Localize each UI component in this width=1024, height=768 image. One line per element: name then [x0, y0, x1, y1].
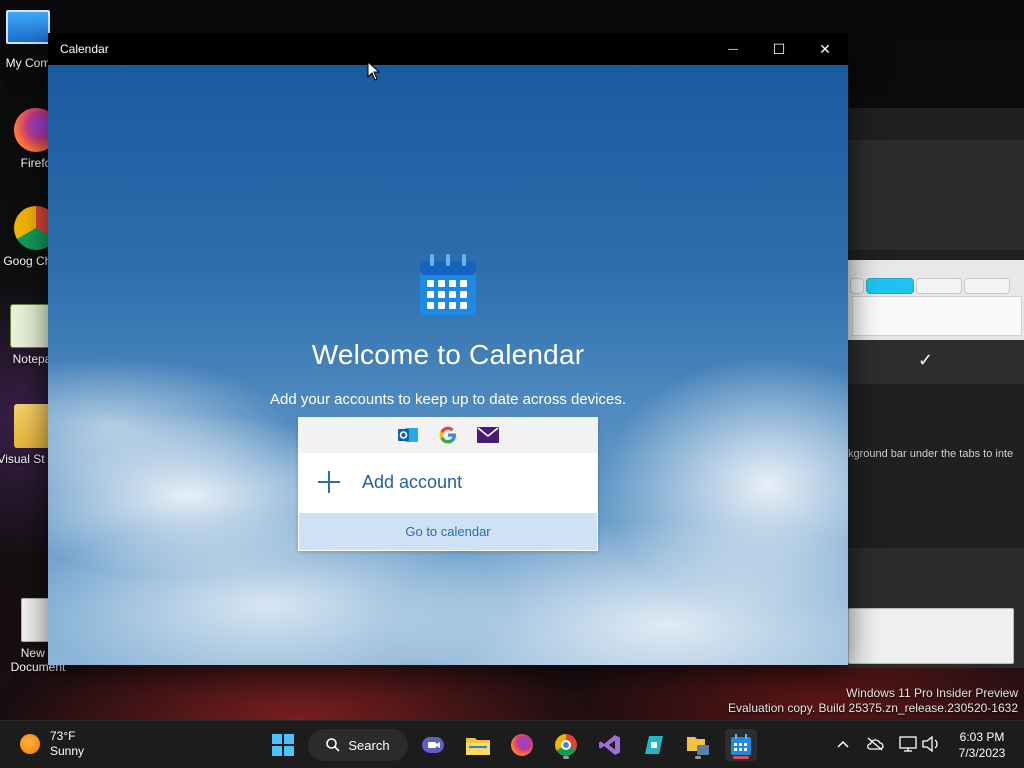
desktop-icon-label: Notepa	[12, 352, 52, 366]
active-indicator	[733, 756, 749, 759]
checkmark-icon: ✓	[918, 350, 934, 370]
clock-time: 6:03 PM	[959, 730, 1005, 744]
search-icon	[326, 738, 340, 752]
onedrive-status[interactable]	[866, 735, 884, 753]
weather-desc: Sunny	[50, 744, 85, 758]
window-title: Calendar	[60, 42, 109, 56]
preview-tab-active	[866, 278, 914, 294]
weather-text: 73°F Sunny	[50, 729, 84, 759]
chevron-up-icon	[837, 740, 849, 748]
network-status[interactable]	[899, 735, 917, 753]
monitor-icon	[6, 10, 50, 44]
go-to-calendar-button[interactable]: Go to calendar	[299, 513, 597, 550]
taskbar-explorer-window[interactable]	[682, 729, 714, 761]
desktop-icon-label: My Com	[5, 56, 51, 70]
window-preview-thumbnail[interactable]	[848, 608, 1014, 664]
taskbar-visual-studio[interactable]	[594, 729, 626, 761]
selected-option-row[interactable]: ✓	[848, 340, 1024, 384]
preview-tab	[916, 278, 962, 294]
windows-watermark: Windows 11 Pro Insider Preview Evaluatio…	[728, 686, 1018, 716]
taskbar-firefox[interactable]	[506, 729, 538, 761]
folder-settings-icon	[687, 737, 709, 755]
volume-icon	[922, 736, 938, 752]
taskbar-chrome[interactable]	[550, 729, 582, 761]
weather-widget[interactable]: 73°F Sunny	[20, 729, 84, 759]
app-icon	[645, 736, 663, 754]
welcome-screen: Welcome to Calendar Add your accounts to…	[48, 65, 848, 665]
background-panel	[848, 140, 1024, 250]
minimize-icon: —	[728, 43, 738, 55]
background-window[interactable]: ✓ kground bar under the tabs to inte	[848, 108, 1024, 668]
running-indicator	[563, 756, 569, 759]
calendar-icon	[731, 734, 751, 755]
taskbar-file-explorer[interactable]	[462, 729, 494, 761]
maximize-icon: ☐	[772, 40, 786, 57]
desktop: My Com Firefo Goog Chron Notepa Visual S…	[0, 0, 1024, 720]
clock-date: 7/3/2023	[958, 746, 1006, 760]
title-bar[interactable]: Calendar — ☐ ✕	[48, 33, 848, 65]
google-icon	[437, 424, 459, 446]
add-account-label: Add account	[362, 471, 463, 492]
account-card: Add account Go to calendar	[298, 417, 598, 551]
calendar-window: Calendar — ☐ ✕ Welcome to Calendar Add y…	[48, 33, 848, 665]
teams-chat-icon	[422, 737, 444, 753]
taskbar: 73°F Sunny Search 6:03 PM 7/3/2023	[0, 720, 1024, 768]
close-icon: ✕	[819, 40, 831, 57]
calendar-app-icon	[420, 254, 476, 315]
chrome-icon	[555, 734, 577, 756]
show-hidden-icons-button[interactable]	[834, 735, 852, 753]
provider-icons	[298, 417, 598, 453]
cloud-off-icon	[867, 737, 884, 751]
welcome-heading: Welcome to Calendar	[311, 339, 585, 370]
running-indicator	[695, 756, 701, 759]
visual-studio-icon	[599, 735, 620, 755]
file-explorer-icon	[466, 738, 490, 755]
watermark-build: Evaluation copy. Build 25375.zn_release.…	[728, 701, 1018, 715]
network-icon	[899, 736, 917, 752]
maximize-button[interactable]: ☐	[756, 33, 802, 65]
tab-style-preview[interactable]	[848, 260, 1024, 340]
weather-temp: 73°F	[50, 729, 76, 743]
mail-icon	[477, 424, 499, 446]
volume-control[interactable]	[922, 735, 940, 753]
taskbar-search-button[interactable]: Search	[308, 729, 408, 761]
start-button[interactable]	[267, 729, 299, 761]
preview-body	[852, 296, 1022, 336]
minimize-button[interactable]: —	[710, 33, 756, 65]
watermark-edition: Windows 11 Pro Insider Preview	[846, 686, 1018, 700]
go-to-calendar-label: Go to calendar	[405, 524, 491, 539]
taskbar-app[interactable]	[638, 729, 670, 761]
search-label: Search	[348, 737, 390, 753]
option-description: kground bar under the tabs to inte	[848, 448, 1014, 460]
taskbar-calendar[interactable]	[725, 729, 757, 761]
add-account-button[interactable]: Add account	[298, 453, 598, 511]
preview-tab	[964, 278, 1010, 294]
windows-logo-icon	[272, 734, 294, 756]
taskbar-teams[interactable]	[417, 729, 449, 761]
sun-icon	[20, 734, 40, 754]
clock[interactable]: 6:03 PM 7/3/2023	[950, 729, 1014, 761]
mouse-cursor-icon	[367, 61, 381, 81]
desktop-icon-label: Firefo	[20, 156, 52, 170]
welcome-subtitle: Add your accounts to keep up to date acr…	[269, 391, 627, 408]
firefox-icon	[511, 734, 533, 756]
outlook-icon	[397, 424, 419, 446]
preview-tab	[850, 278, 864, 294]
close-button[interactable]: ✕	[802, 33, 848, 65]
plus-icon	[318, 471, 340, 493]
